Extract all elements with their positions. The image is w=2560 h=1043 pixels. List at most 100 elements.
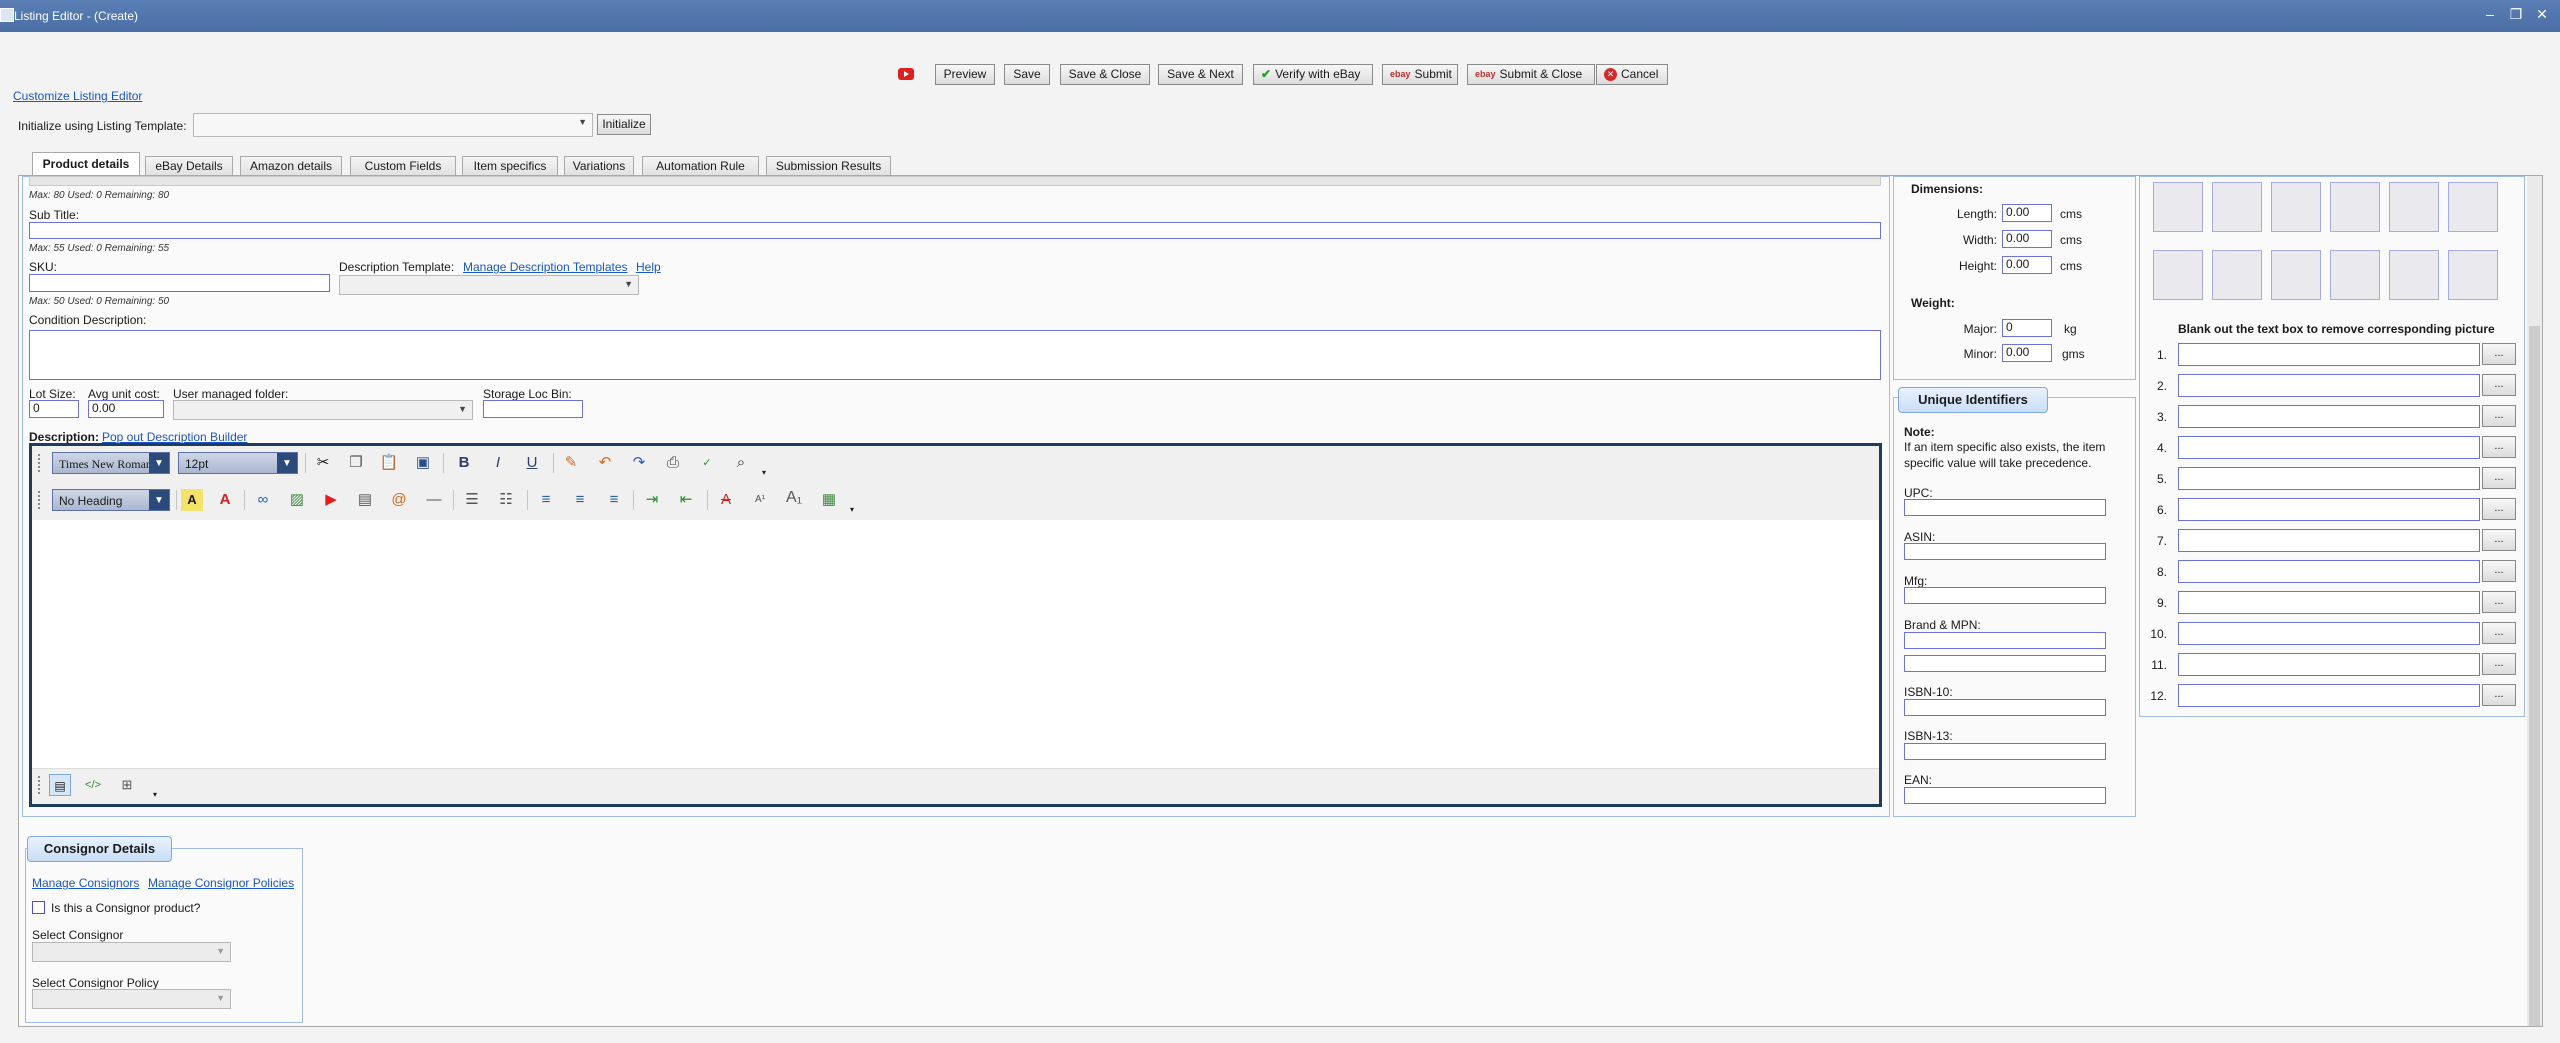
browse-picture-button[interactable]: ...: [2482, 529, 2516, 551]
preview-mode-icon[interactable]: ⊞: [116, 774, 138, 796]
tab-submission-results[interactable]: Submission Results: [766, 156, 891, 175]
copy-icon[interactable]: ❐: [345, 452, 367, 474]
picture-thumbnail[interactable]: [2448, 250, 2498, 300]
mfg-input[interactable]: [1904, 587, 2106, 604]
paste-icon[interactable]: 📋: [378, 452, 400, 474]
browse-picture-button[interactable]: ...: [2482, 684, 2516, 706]
policy-select[interactable]: ▼: [32, 989, 231, 1009]
table-icon[interactable]: ▤: [354, 489, 376, 511]
picture-thumbnail[interactable]: [2271, 250, 2321, 300]
strikethrough-icon[interactable]: A: [715, 489, 737, 511]
tab-automation-rule[interactable]: Automation Rule: [642, 156, 759, 175]
picture-thumbnail[interactable]: [2389, 250, 2439, 300]
consignor-checkbox[interactable]: [32, 901, 45, 914]
scroll-thumb[interactable]: [2529, 326, 2540, 1026]
picture-url-input[interactable]: [2178, 374, 2480, 397]
html-mode-icon[interactable]: </>: [82, 774, 104, 796]
manage-templates-link[interactable]: Manage Description Templates: [463, 260, 628, 274]
sku-input[interactable]: [29, 274, 330, 292]
toolbar-overflow-icon[interactable]: ▾: [850, 505, 854, 514]
align-right-icon[interactable]: ≡: [603, 489, 625, 511]
video-icon[interactable]: ▶: [320, 489, 342, 511]
subscript-icon[interactable]: A₁: [783, 487, 805, 509]
picture-thumbnail[interactable]: [2448, 182, 2498, 232]
bullet-list-icon[interactable]: ☷: [495, 489, 517, 511]
paste-word-icon[interactable]: ▣: [412, 452, 434, 474]
preview-button[interactable]: Preview: [935, 64, 995, 85]
indent-icon[interactable]: ⇥: [641, 489, 663, 511]
format-stripper-icon[interactable]: ✎: [560, 452, 582, 474]
browse-picture-button[interactable]: ...: [2482, 591, 2516, 613]
save-close-button[interactable]: Save & Close: [1060, 64, 1150, 85]
heading-select[interactable]: No Heading ▼: [52, 489, 170, 511]
spellcheck-icon[interactable]: ✓: [696, 452, 718, 474]
major-input[interactable]: 0: [2002, 319, 2052, 337]
close-window-button[interactable]: ✕: [2530, 4, 2554, 24]
mpn-input[interactable]: [1904, 655, 2106, 672]
link-icon[interactable]: ∞: [252, 489, 274, 511]
browse-picture-button[interactable]: ...: [2482, 436, 2516, 458]
picture-thumbnail[interactable]: [2153, 250, 2203, 300]
picture-url-input[interactable]: [2178, 529, 2480, 552]
toolbar-overflow-icon[interactable]: ▾: [762, 468, 766, 477]
picture-url-input[interactable]: [2178, 560, 2480, 583]
youtube-icon[interactable]: [898, 68, 914, 80]
browse-picture-button[interactable]: ...: [2482, 343, 2516, 365]
font-size-select[interactable]: 12pt ▼: [178, 452, 298, 474]
tab-product-details[interactable]: Product details: [32, 152, 140, 175]
insert-table-icon[interactable]: ▦: [818, 489, 840, 511]
font-color-icon[interactable]: A: [214, 489, 236, 511]
redo-icon[interactable]: ↷: [628, 452, 650, 474]
ordered-list-icon[interactable]: ☰: [461, 489, 483, 511]
length-input[interactable]: 0.00: [2002, 204, 2052, 222]
manage-consignor-policies-link[interactable]: Manage Consignor Policies: [148, 876, 294, 890]
tab-custom-fields[interactable]: Custom Fields: [350, 156, 456, 175]
minor-input[interactable]: 0.00: [2002, 344, 2052, 362]
browse-picture-button[interactable]: ...: [2482, 622, 2516, 644]
verify-ebay-button[interactable]: ✔ Verify with eBay: [1253, 64, 1373, 85]
help-link[interactable]: Help: [636, 260, 661, 274]
brand-input[interactable]: [1904, 632, 2106, 649]
subtitle-input[interactable]: [29, 222, 1881, 239]
tab-variations[interactable]: Variations: [564, 156, 634, 175]
italic-icon[interactable]: I: [487, 452, 509, 474]
manage-consignors-link[interactable]: Manage Consignors: [32, 876, 139, 890]
print-icon[interactable]: ⎙: [662, 452, 684, 474]
picture-url-input[interactable]: [2178, 591, 2480, 614]
picture-thumbnail[interactable]: [2153, 182, 2203, 232]
listing-template-select[interactable]: ▼: [193, 113, 593, 137]
font-family-select[interactable]: Times New Roman ▼: [52, 452, 170, 474]
horizontal-rule-icon[interactable]: —: [423, 489, 445, 511]
outdent-icon[interactable]: ⇤: [675, 489, 697, 511]
folder-select[interactable]: ▼: [173, 400, 473, 420]
initialize-button[interactable]: Initialize: [597, 114, 651, 135]
width-input[interactable]: 0.00: [2002, 230, 2052, 248]
align-left-icon[interactable]: ≡: [535, 489, 557, 511]
tab-amazon-details[interactable]: Amazon details: [240, 156, 342, 175]
superscript-icon[interactable]: A¹: [749, 489, 771, 511]
save-next-button[interactable]: Save & Next: [1158, 64, 1243, 85]
picture-thumbnail[interactable]: [2212, 182, 2262, 232]
submit-button[interactable]: ebay Submit: [1382, 64, 1458, 85]
storage-bin-input[interactable]: [483, 400, 583, 418]
picture-url-input[interactable]: [2178, 467, 2480, 490]
picture-url-input[interactable]: [2178, 653, 2480, 676]
scrollbar[interactable]: [2527, 176, 2542, 1026]
popout-builder-link[interactable]: Pop out Description Builder: [102, 430, 247, 444]
picture-url-input[interactable]: [2178, 498, 2480, 521]
design-mode-icon[interactable]: ▤: [49, 774, 71, 796]
picture-thumbnail[interactable]: [2330, 182, 2380, 232]
picture-url-input[interactable]: [2178, 622, 2480, 645]
browse-picture-button[interactable]: ...: [2482, 498, 2516, 520]
avg-cost-input[interactable]: 0.00: [88, 400, 164, 418]
image-icon[interactable]: ▨: [286, 489, 308, 511]
picture-thumbnail[interactable]: [2271, 182, 2321, 232]
browse-picture-button[interactable]: ...: [2482, 467, 2516, 489]
condition-input[interactable]: [29, 330, 1881, 380]
browse-picture-button[interactable]: ...: [2482, 405, 2516, 427]
picture-thumbnail[interactable]: [2212, 250, 2262, 300]
cut-icon[interactable]: ✂: [312, 452, 334, 474]
picture-url-input[interactable]: [2178, 343, 2480, 366]
customize-editor-link[interactable]: Customize Listing Editor: [13, 89, 142, 103]
description-template-select[interactable]: ▼: [339, 275, 639, 295]
